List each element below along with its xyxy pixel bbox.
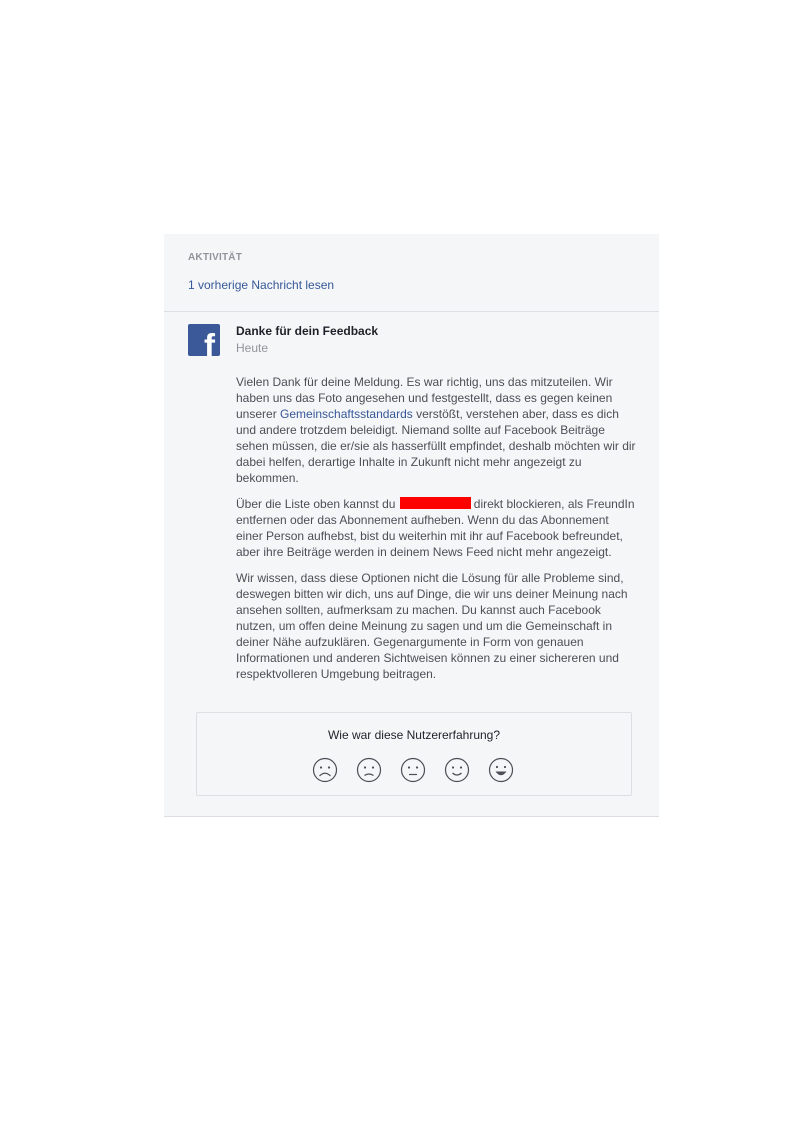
message-text: Über die Liste oben kannst du — [236, 497, 399, 511]
divider — [164, 311, 659, 312]
message-paragraph-3: Wir wissen, dass diese Optionen nicht di… — [236, 571, 628, 681]
message-timestamp: Heute — [236, 341, 269, 355]
message-title: Danke für dein Feedback — [236, 324, 379, 338]
neutral-face-icon[interactable] — [400, 757, 426, 783]
read-previous-message-link[interactable]: 1 vorherige Nachricht lesen — [188, 278, 334, 292]
facebook-logo-icon: f — [188, 324, 220, 356]
activity-heading: AKTIVITÄT — [188, 252, 243, 263]
rating-question: Wie war diese Nutzererfahrung? — [327, 728, 501, 742]
message-paragraph-2: Über die Liste oben kannst du direkt blo… — [236, 496, 636, 560]
experience-rating-box: Wie war diese Nutzererfahrung? — [196, 712, 632, 796]
feedback-message: Danke für dein Feedback Heute Vielen Dan… — [236, 324, 636, 682]
very-sad-face-icon[interactable] — [312, 757, 338, 783]
redacted-name — [399, 497, 471, 509]
sad-face-icon[interactable] — [356, 757, 382, 783]
community-standards-link[interactable]: Gemeinschaftsstandards — [280, 407, 413, 421]
very-happy-face-icon[interactable] — [488, 757, 514, 783]
happy-face-icon[interactable] — [444, 757, 470, 783]
support-inbox-panel: AKTIVITÄT 1 vorherige Nachricht lesen f … — [164, 234, 659, 817]
message-paragraph-1: Vielen Dank für deine Meldung. Es war ri… — [236, 374, 636, 486]
